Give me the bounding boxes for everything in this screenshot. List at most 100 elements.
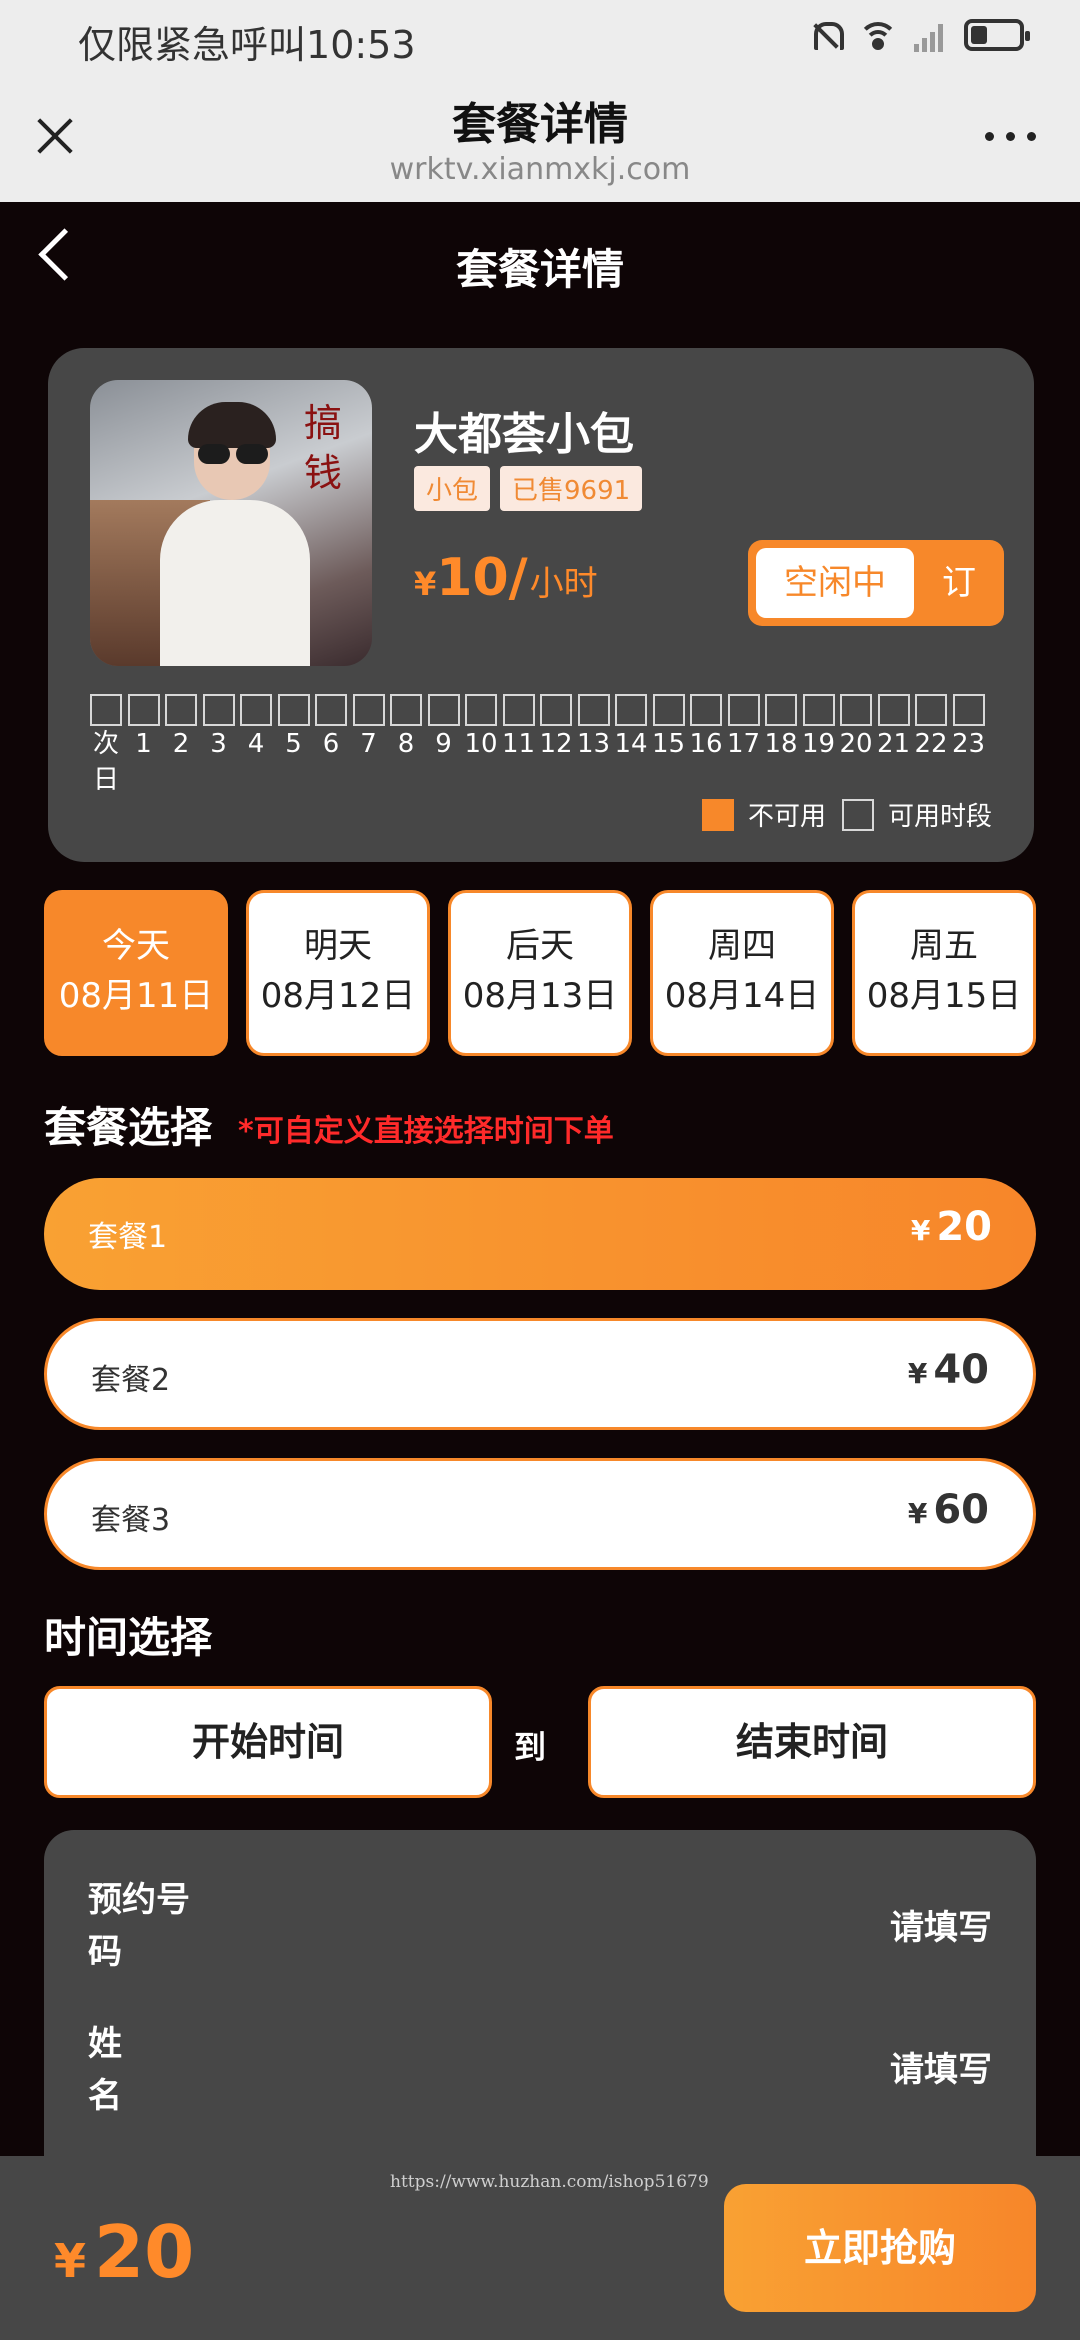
hour-slot[interactable] [465, 694, 497, 726]
more-icon[interactable] [985, 132, 1036, 141]
hour-slot[interactable] [502, 694, 535, 726]
date-tab-date: 08月11日 [58, 976, 214, 1016]
hour-slot[interactable] [577, 694, 610, 726]
package-price: ¥20 [911, 1204, 992, 1250]
package-name: 套餐2 [91, 1363, 171, 1398]
total-price: ¥ 20 [54, 2210, 194, 2294]
image-calligraphy: 搞钱 [304, 401, 343, 495]
total-currency: ¥ [54, 2234, 87, 2288]
hour-slot[interactable] [90, 694, 122, 726]
date-tab[interactable]: 明天 08月12日 [246, 890, 430, 1056]
hour-label: 7 [360, 729, 377, 759]
hour-label: 18 [764, 729, 798, 759]
hour-label: 13 [576, 729, 611, 759]
hour-label: 2 [172, 729, 190, 759]
package-name: 套餐1 [88, 1220, 168, 1255]
status-time: 10:53 [306, 23, 416, 67]
hour-slot[interactable] [315, 694, 347, 726]
hour-slot[interactable] [727, 694, 760, 726]
legend-available-swatch [841, 798, 874, 831]
date-tab[interactable]: 周四 08月14日 [650, 890, 834, 1056]
product-image[interactable]: 搞钱 [90, 380, 372, 666]
hour-slot[interactable] [165, 694, 197, 726]
package-price-value: 20 [936, 1204, 992, 1250]
date-tab-date: 08月15日 [866, 976, 1022, 1016]
time-to-label: 到 [514, 1728, 547, 1766]
book-button[interactable]: 订 [914, 540, 1004, 626]
date-tab-day: 今天 [102, 926, 170, 966]
hour-slot[interactable] [690, 694, 722, 726]
package-currency: ¥ [907, 1357, 928, 1390]
tag-sold: 已售9691 [500, 466, 643, 511]
hour-slot[interactable] [952, 694, 985, 726]
package-price: ¥60 [908, 1487, 989, 1533]
start-time-button[interactable]: 开始时间 [44, 1686, 492, 1798]
hour-slot[interactable] [202, 694, 235, 726]
hour-slot[interactable] [427, 694, 460, 726]
hour-slot[interactable] [240, 694, 272, 726]
hour-label: 17 [726, 729, 761, 759]
signal-icon [914, 18, 948, 52]
package-option[interactable]: 套餐3 ¥60 [44, 1458, 1036, 1570]
watermark: https://www.huzhan.com/ishop51679 [390, 2172, 709, 2192]
hour-slot[interactable] [390, 694, 422, 726]
package-price-value: 60 [933, 1487, 989, 1533]
price-currency: ¥ [414, 565, 437, 603]
hour-label: 14 [614, 729, 648, 759]
package-option[interactable]: 套餐1 ¥20 [44, 1178, 1036, 1290]
hour-slot[interactable] [352, 694, 385, 726]
hour-label: 1 [135, 729, 152, 759]
tag-size: 小包 [414, 466, 491, 511]
hour-slot[interactable] [915, 694, 947, 726]
total-value: 20 [94, 2210, 195, 2294]
end-time-button[interactable]: 结束时间 [588, 1686, 1036, 1798]
phone-label: 预约号码 [88, 1880, 190, 1972]
date-tab-day: 周四 [708, 926, 776, 966]
package-price-value: 40 [933, 1347, 989, 1393]
buy-now-button[interactable]: 立即抢购 [724, 2184, 1036, 2312]
hour-slot[interactable] [127, 694, 160, 726]
name-label: 姓名 [88, 2024, 122, 2116]
product-price: ¥ 10/ 小时 [414, 548, 598, 608]
status-toggle[interactable]: 空闲中 订 [748, 540, 1004, 626]
hour-slot[interactable] [765, 694, 797, 726]
product-name: 大都荟小包 [414, 409, 634, 460]
battery-icon [964, 19, 1030, 51]
hour-slot[interactable] [277, 694, 310, 726]
wifi-icon [858, 18, 898, 52]
page-title: 套餐详情 [455, 245, 624, 294]
phone-input[interactable]: 请填写 [890, 1900, 992, 1949]
date-tab[interactable]: 今天 08月11日 [44, 890, 228, 1056]
hour-label: 次 日 [92, 729, 119, 795]
price-unit: 小时 [529, 564, 598, 604]
hour-slot[interactable] [652, 694, 685, 726]
checkout-bar: https://www.huzhan.com/ishop51679 ¥ 20 立… [0, 2156, 1080, 2340]
hour-slot[interactable] [615, 694, 647, 726]
hour-slot[interactable] [802, 694, 835, 726]
status-left: 仅限紧急呼叫10:53 [78, 14, 416, 69]
legend-unavailable-label: 不可用 [747, 802, 826, 832]
hour-slot[interactable] [540, 694, 572, 726]
date-tab-day: 明天 [304, 926, 372, 966]
hour-slots [90, 694, 985, 726]
hour-label: 16 [689, 729, 723, 759]
package-option[interactable]: 套餐2 ¥40 [44, 1318, 1036, 1430]
hour-label: 12 [539, 729, 573, 759]
time-title: 时间选择 [44, 1613, 213, 1662]
date-tab[interactable]: 周五 08月15日 [852, 890, 1036, 1056]
status-bar: 仅限紧急呼叫10:53 [0, 0, 1080, 72]
hour-label: 11 [501, 729, 536, 759]
package-currency: ¥ [910, 1214, 931, 1247]
carrier-text: 仅限紧急呼叫 [78, 23, 307, 67]
name-input[interactable]: 请填写 [890, 2042, 992, 2091]
hour-slot[interactable] [877, 694, 910, 726]
hour-label: 23 [951, 729, 986, 759]
hour-label: 3 [210, 729, 227, 759]
status-icons [808, 18, 1030, 52]
date-tab[interactable]: 后天 08月13日 [448, 890, 632, 1056]
status-idle[interactable]: 空闲中 [756, 548, 914, 618]
hour-slot[interactable] [840, 694, 872, 726]
price-value: 10/ [436, 548, 528, 608]
browser-url: wrktv.xianmxkj.com [389, 152, 691, 187]
package-currency: ¥ [907, 1497, 928, 1530]
